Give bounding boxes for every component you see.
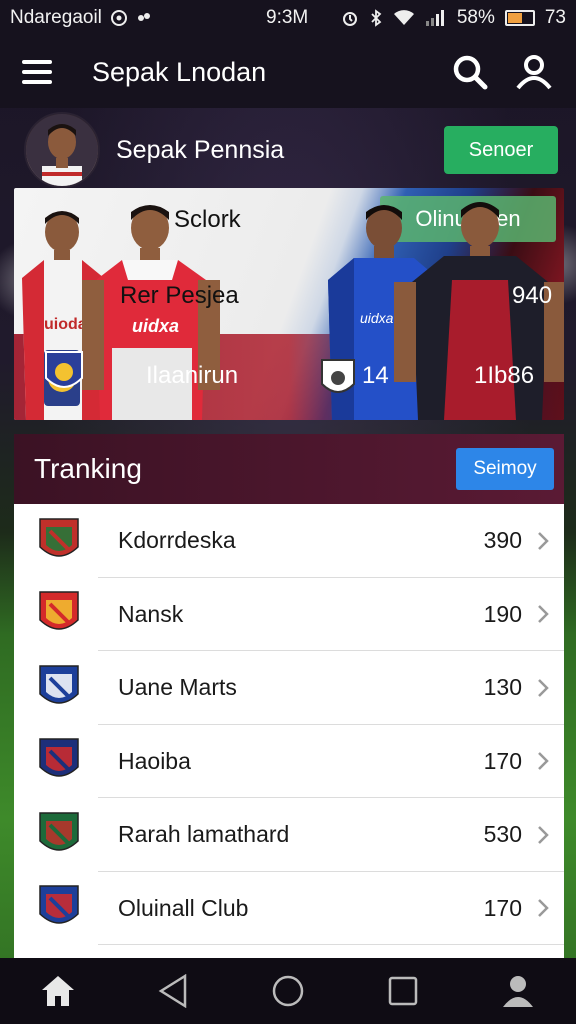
avatar[interactable] — [24, 112, 100, 188]
ranking-row[interactable]: Haoiba 170 — [14, 725, 564, 799]
bluetooth-icon — [371, 9, 382, 27]
carrier-label: Ndaregaoil — [10, 7, 102, 28]
status-bar: Ndaregaoil 9:3M 58% 73 — [0, 0, 576, 36]
battery-percent: 58% — [456, 7, 495, 28]
hero-label-mid: Rer Pesjea — [120, 282, 239, 309]
hero-label-bottom: Ilaanirun — [146, 362, 239, 389]
ranking-row[interactable]: Rarah lamathard 530 — [14, 798, 564, 872]
chevron-right-icon — [538, 678, 549, 697]
home-circle-icon[interactable] — [268, 971, 308, 1011]
ranking-title: Tranking — [34, 453, 142, 484]
team-crest-icon — [39, 665, 79, 704]
hero-number-right-top: 940 — [512, 282, 553, 309]
team-score: 170 — [483, 747, 522, 774]
recents-icon[interactable] — [383, 971, 423, 1011]
app-title: Sepak Lnodan — [92, 56, 267, 87]
notification-icon — [110, 10, 127, 26]
team-name: Kdorrdeska — [118, 527, 236, 554]
jersey-text: uioda — [44, 316, 87, 333]
team-score: 530 — [483, 821, 522, 848]
clock: 9:3M — [266, 7, 309, 28]
jersey-text: uidxa — [132, 316, 180, 336]
ranking-list: Kdorrdeska 390 Nansk 190 Uane Marts 130 Haoiba… — [14, 504, 564, 964]
status-extra: 73 — [544, 7, 566, 28]
team-name: Oluinall Club — [118, 894, 249, 921]
team-score: 170 — [483, 894, 522, 921]
ranking-see-more-button[interactable]: Seimoy — [456, 448, 554, 490]
ranking-card: Tranking Seimoy Kdorrdeska 390 Nansk 190 Uan… — [14, 434, 564, 964]
team-score: 130 — [483, 674, 522, 701]
hero-banner[interactable]: Olinuopien uioda uidxa Sclork Rer Pesjea… — [14, 188, 564, 420]
team-score: 190 — [483, 600, 522, 627]
team-name: Rarah lamathard — [118, 821, 290, 848]
ranking-row[interactable]: Oluinall Club 170 — [14, 872, 564, 946]
team-crest-icon — [39, 591, 79, 630]
jersey-text-blue: uidxa — [360, 310, 394, 326]
bottom-nav — [0, 958, 576, 1024]
account-icon[interactable] — [498, 971, 538, 1011]
chevron-right-icon — [538, 752, 549, 771]
profile-name: Sepak Pennsia — [116, 135, 285, 164]
team-name: Nansk — [118, 600, 184, 627]
ranking-row[interactable]: Nansk 190 — [14, 578, 564, 652]
hero-number-right-bottom: 1Ib86 — [474, 362, 535, 389]
team-name: Haoiba — [118, 747, 191, 774]
ranking-row[interactable]: Uane Marts 130 — [14, 651, 564, 725]
user-icon[interactable] — [514, 52, 554, 92]
team-crest-icon — [39, 812, 79, 851]
ranking-row[interactable]: Kdorrdeska 390 — [14, 504, 564, 578]
team-crest-icon — [321, 359, 355, 393]
back-icon[interactable] — [153, 971, 193, 1011]
battery-icon — [504, 10, 535, 26]
alarm-icon — [342, 12, 357, 26]
hero-label-top: Sclork — [174, 206, 241, 233]
chevron-right-icon — [538, 531, 549, 550]
ranking-header: Tranking Seimoy — [14, 434, 564, 504]
search-icon[interactable] — [450, 52, 490, 92]
hero-number-home: 14 — [362, 362, 389, 389]
profile-action-button[interactable]: Senoer — [444, 126, 558, 174]
team-score: 390 — [483, 527, 522, 554]
team-crest-icon — [45, 351, 83, 388]
profile-row: Sepak Pennsia Senoer — [24, 112, 558, 188]
wifi-icon — [393, 10, 414, 25]
chevron-right-icon — [538, 825, 549, 844]
team-crest-icon — [39, 885, 79, 924]
app-bar: Sepak Lnodan — [0, 36, 576, 108]
chevron-right-icon — [538, 605, 549, 624]
chevron-right-icon — [538, 899, 549, 918]
menu-icon[interactable] — [22, 60, 52, 84]
home-icon[interactable] — [38, 971, 78, 1011]
signal-icon — [425, 10, 444, 26]
app-notification-icon — [137, 13, 150, 21]
player-portrait — [26, 114, 98, 186]
team-name: Uane Marts — [118, 674, 237, 701]
team-crest-icon — [39, 738, 79, 777]
team-crest-icon — [39, 518, 79, 557]
